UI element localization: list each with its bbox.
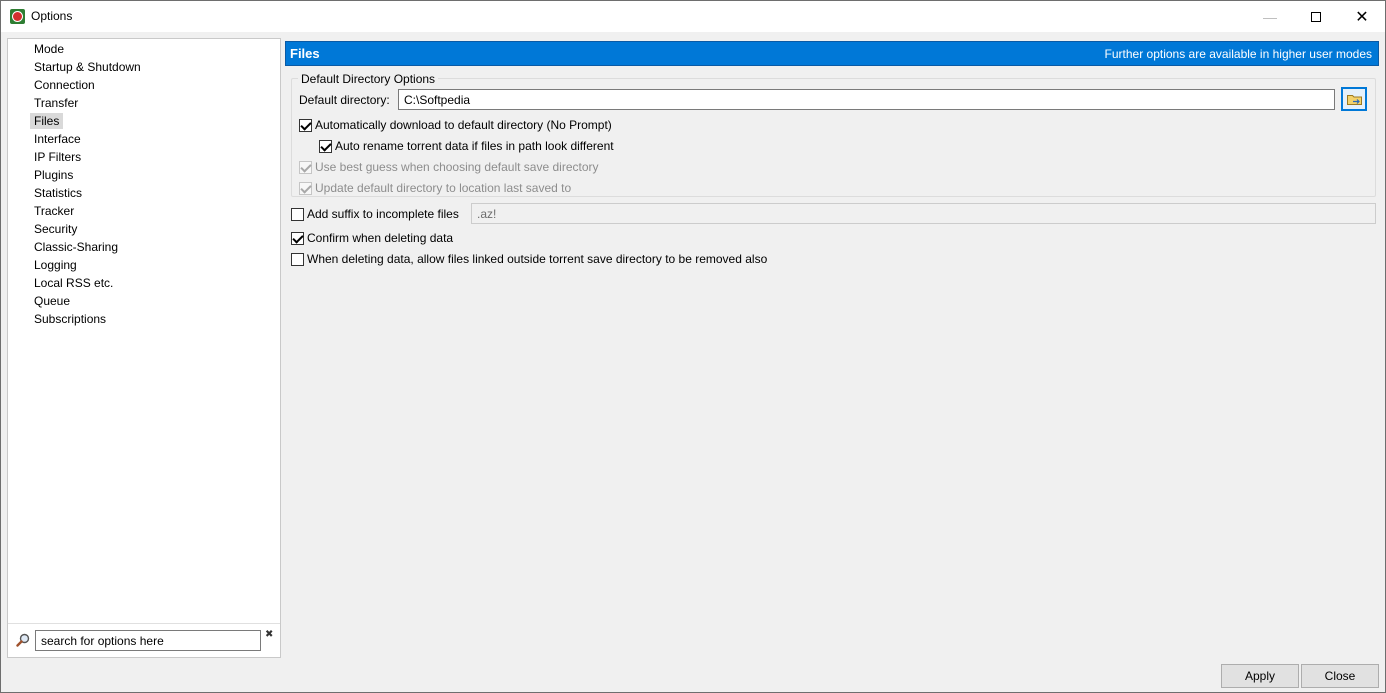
confirm-delete-option[interactable]: Confirm when deleting data xyxy=(291,230,453,246)
auto-download-checkbox[interactable] xyxy=(299,118,312,132)
maximize-button[interactable] xyxy=(1293,1,1339,32)
sidebar-item-tracker[interactable]: Tracker xyxy=(30,203,78,219)
close-button[interactable]: Close xyxy=(1301,664,1379,688)
sidebar-item-queue[interactable]: Queue xyxy=(30,293,74,309)
browse-directory-button[interactable] xyxy=(1341,87,1367,111)
minimize-button[interactable]: — xyxy=(1247,1,1293,32)
sidebar-item-mode[interactable]: Mode xyxy=(30,41,68,57)
sidebar-item-classic-sharing[interactable]: Classic-Sharing xyxy=(30,239,122,255)
search-divider xyxy=(8,623,280,624)
options-window: Options — ✕ Mode Startup & Shutdown Conn… xyxy=(0,0,1386,693)
apply-button[interactable]: Apply xyxy=(1221,664,1299,688)
sidebar-item-security[interactable]: Security xyxy=(30,221,81,237)
sidebar-item-plugins[interactable]: Plugins xyxy=(30,167,77,183)
user-mode-note: Further options are available in higher … xyxy=(1104,47,1372,61)
section-header: Files Further options are available in h… xyxy=(285,41,1379,66)
best-guess-label: Use best guess when choosing default sav… xyxy=(315,160,599,174)
default-directory-legend: Default Directory Options xyxy=(298,71,439,87)
add-suffix-label: Add suffix to incomplete files xyxy=(307,207,459,221)
linked-delete-checkbox[interactable] xyxy=(291,252,304,266)
sidebar-item-logging[interactable]: Logging xyxy=(30,257,81,273)
auto-download-label: Automatically download to default direct… xyxy=(315,118,612,132)
search-icon xyxy=(16,633,30,647)
search-input[interactable] xyxy=(35,630,261,651)
add-suffix-checkbox[interactable] xyxy=(291,207,304,221)
sidebar-item-ip-filters[interactable]: IP Filters xyxy=(30,149,85,165)
section-title: Files xyxy=(290,46,320,61)
close-window-button[interactable]: ✕ xyxy=(1339,1,1385,32)
auto-download-option[interactable]: Automatically download to default direct… xyxy=(299,117,612,133)
sidebar-item-files[interactable]: Files xyxy=(30,113,64,129)
clear-search-icon[interactable]: ✖ xyxy=(265,629,273,640)
update-default-dir-checkbox xyxy=(299,181,312,195)
sidebar-item-startup-shutdown[interactable]: Startup & Shutdown xyxy=(30,59,145,75)
suffix-input xyxy=(471,203,1376,224)
sidebar-item-transfer[interactable]: Transfer xyxy=(30,95,82,111)
sidebar-item-local-rss[interactable]: Local RSS etc. xyxy=(30,275,117,291)
maximize-icon xyxy=(1311,11,1321,22)
update-default-dir-label: Update default directory to location las… xyxy=(315,181,572,195)
sidebar-item-statistics[interactable]: Statistics xyxy=(30,185,86,201)
confirm-delete-checkbox[interactable] xyxy=(291,231,304,245)
linked-delete-label: When deleting data, allow files linked o… xyxy=(307,252,768,266)
title-bar: Options — ✕ xyxy=(1,1,1385,32)
add-suffix-option[interactable]: Add suffix to incomplete files xyxy=(291,206,459,222)
folder-icon xyxy=(1346,94,1362,105)
sidebar-item-connection[interactable]: Connection xyxy=(30,77,99,93)
confirm-delete-label: Confirm when deleting data xyxy=(307,231,454,245)
best-guess-checkbox xyxy=(299,160,312,174)
best-guess-option: Use best guess when choosing default sav… xyxy=(299,159,599,175)
sidebar-item-interface[interactable]: Interface xyxy=(30,131,85,147)
default-directory-input[interactable] xyxy=(398,89,1335,110)
linked-delete-option[interactable]: When deleting data, allow files linked o… xyxy=(291,251,767,267)
auto-rename-checkbox[interactable] xyxy=(319,139,332,153)
update-default-dir-option: Update default directory to location las… xyxy=(299,180,571,196)
auto-rename-option[interactable]: Auto rename torrent data if files in pat… xyxy=(319,138,614,154)
window-title: Options xyxy=(31,9,73,23)
sidebar-item-subscriptions[interactable]: Subscriptions xyxy=(30,311,110,327)
app-icon xyxy=(10,9,25,24)
default-directory-label: Default directory: xyxy=(299,93,390,107)
options-sidebar: Mode Startup & Shutdown Connection Trans… xyxy=(7,38,281,658)
auto-rename-label: Auto rename torrent data if files in pat… xyxy=(335,139,614,153)
